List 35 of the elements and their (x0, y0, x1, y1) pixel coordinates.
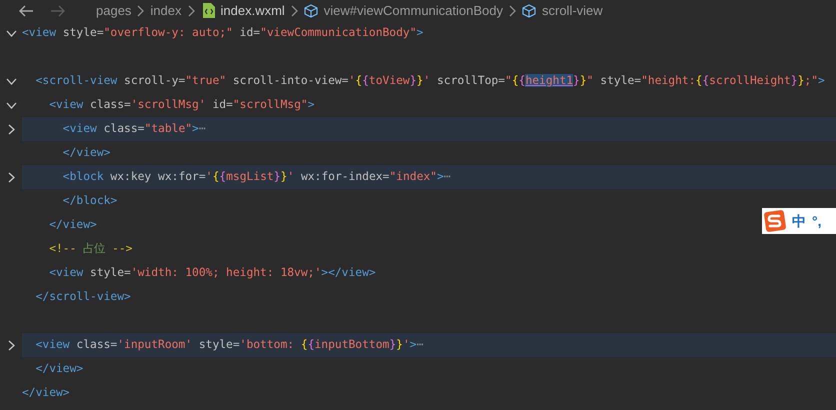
code-line: </view> (22, 384, 70, 401)
breadcrumb-item[interactable]: view#viewCommunicationBody (324, 0, 503, 20)
chevron-down-icon[interactable] (6, 102, 16, 108)
punctuation-mode-label[interactable]: °, (812, 210, 822, 232)
code-line: <view class='scrollMsg' id="scrollMsg"> (48, 96, 315, 113)
file-icon (202, 3, 214, 18)
code-line: </view> (34, 360, 84, 377)
input-mode-label[interactable]: 中 (792, 210, 806, 232)
chevron-right-icon (188, 4, 194, 16)
code-line: </block> (62, 192, 118, 209)
code-line: </scroll-view> (34, 288, 131, 305)
chevron-right-icon (290, 4, 298, 16)
code-line: <view class='inputRoom' style='bottom: {{inputBottom}}'>⋯ (34, 336, 424, 353)
code-line: </view> (48, 216, 97, 233)
cube-icon (522, 4, 536, 18)
breadcrumb-item[interactable]: index.wxml (220, 0, 285, 20)
code-line: <!-- 占位 --> (48, 240, 132, 257)
code-line: <scroll-view scroll-y="true" scroll-into-view='{{toView}}' scrollTop="{{height1}}" style="height:{{scrollHeight}};"> (34, 72, 825, 89)
back-arrow-icon[interactable] (18, 4, 34, 18)
cube-icon (304, 4, 318, 18)
chevron-right-icon (137, 4, 144, 16)
chevron-right-icon (509, 4, 516, 16)
code-line: </view> (62, 144, 110, 161)
breadcrumb-item[interactable]: scroll-view (542, 0, 603, 20)
chevron-down-icon[interactable] (6, 30, 16, 36)
chevron-right-icon[interactable] (8, 172, 14, 182)
code-line: <view style="overflow-y: auto;" id="viewCommunicationBody"> (22, 24, 424, 41)
breadcrumb-item[interactable]: pages (96, 0, 132, 20)
code-line: <view class="table">⋯ (62, 120, 206, 137)
chevron-right-icon[interactable] (8, 124, 14, 134)
breadcrumb-item[interactable]: index (150, 0, 182, 20)
code-line: <view style='width: 100%; height: 18vw;'></view> (48, 264, 376, 281)
code-line: <block wx:key wx:for='{{msgList}}' wx:for-index="index">⋯ (62, 168, 451, 185)
chevron-right-icon[interactable] (8, 340, 14, 350)
chevron-down-icon[interactable] (6, 78, 16, 84)
